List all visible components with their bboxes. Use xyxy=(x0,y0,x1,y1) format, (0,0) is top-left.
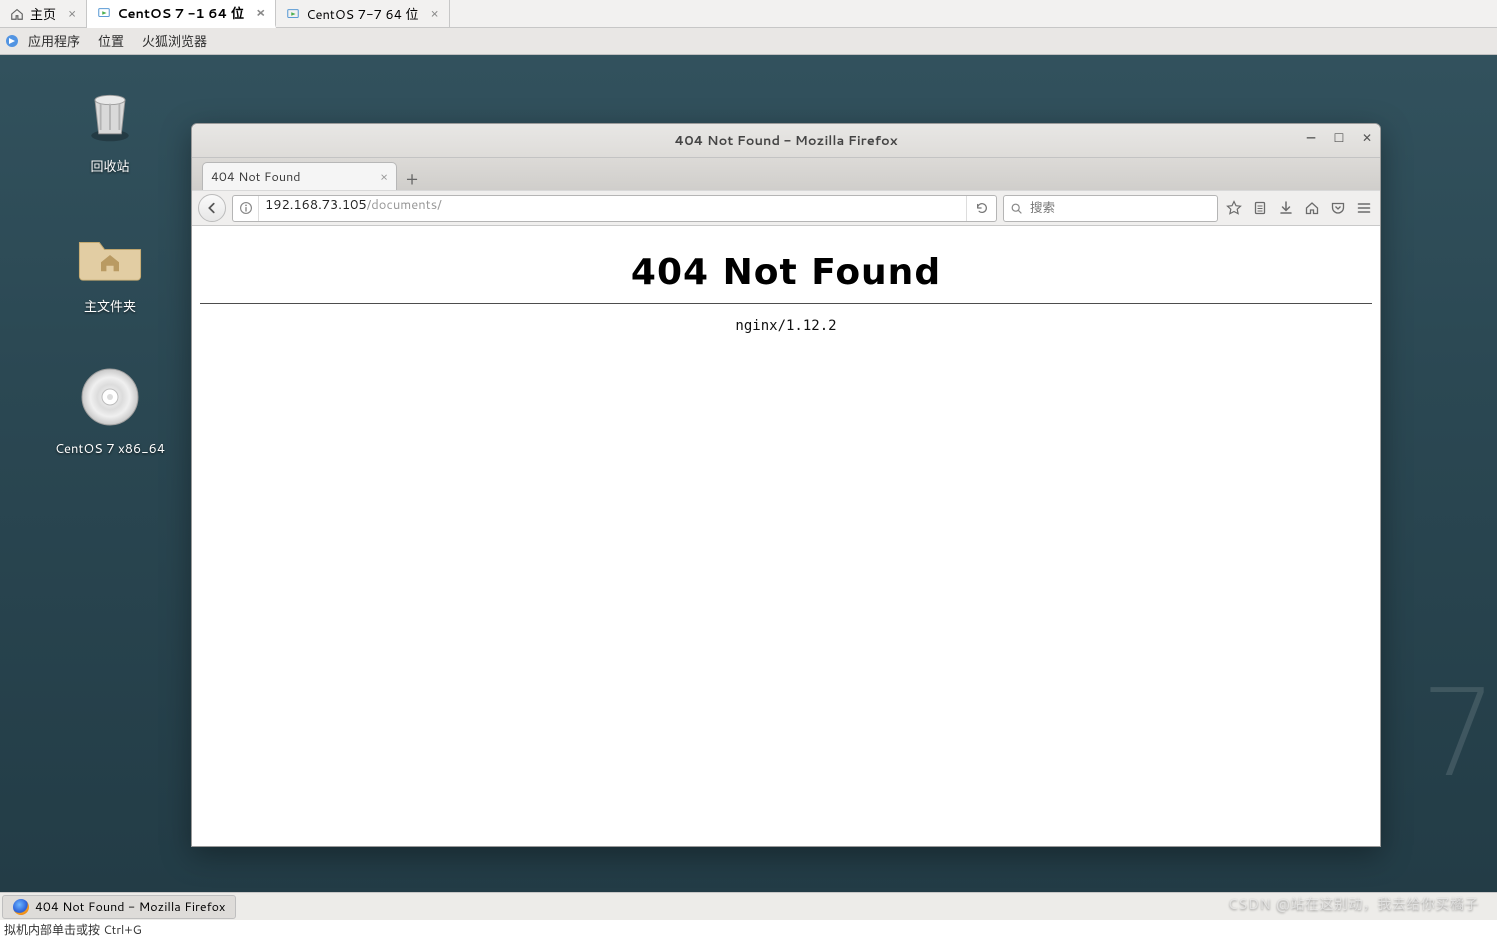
desktop-icon-cdrom[interactable]: CentOS 7 x86_64 xyxy=(45,365,175,458)
vm-icon xyxy=(286,7,300,21)
url-bar[interactable]: 192.168.73.105/documents/ xyxy=(232,195,997,222)
reload-button[interactable] xyxy=(966,196,996,221)
reload-icon xyxy=(975,201,989,215)
trash-icon xyxy=(80,85,140,145)
firefox-icon xyxy=(13,899,29,915)
tab-close-icon[interactable]: × xyxy=(380,168,388,186)
vm-icon xyxy=(97,6,111,20)
vm-tab-label: CentOS 7-7 64 位 xyxy=(306,4,418,24)
close-icon[interactable]: × xyxy=(431,5,439,23)
vm-tab-home[interactable]: 主页 × xyxy=(0,0,87,27)
menu-applications[interactable]: 应用程序 xyxy=(28,31,80,51)
hamburger-menu-button[interactable] xyxy=(1354,198,1374,218)
vm-tab-centos2[interactable]: CentOS 7-7 64 位 × xyxy=(276,0,450,27)
firefox-tabstrip: 404 Not Found × + xyxy=(192,158,1380,190)
pocket-button[interactable] xyxy=(1328,198,1348,218)
firefox-window: 404 Not Found - Mozilla Firefox — ☐ ✕ 40… xyxy=(191,123,1381,847)
search-icon xyxy=(1010,202,1023,215)
desktop-icon-label: 回收站 xyxy=(45,156,175,176)
close-icon[interactable]: × xyxy=(68,5,76,23)
home-icon xyxy=(10,7,24,21)
star-icon xyxy=(1226,200,1242,216)
library-button[interactable] xyxy=(1250,198,1270,218)
site-identity-icon[interactable] xyxy=(233,196,259,221)
taskbar-item-label: 404 Not Found - Mozilla Firefox xyxy=(35,898,225,916)
home-button[interactable] xyxy=(1302,198,1322,218)
search-input[interactable] xyxy=(1028,200,1211,216)
error-heading: 404 Not Found xyxy=(200,252,1372,293)
desktop-icon-trash[interactable]: 回收站 xyxy=(45,85,175,176)
page-content: 404 Not Found nginx/1.12.2 xyxy=(192,226,1380,846)
new-tab-button[interactable]: + xyxy=(399,166,425,190)
centos-bg-glyph: 7 xyxy=(1421,665,1497,804)
divider xyxy=(200,303,1372,304)
disc-icon xyxy=(78,365,142,429)
vm-status-hint: 拟机内部单击或按 Ctrl+G xyxy=(0,920,1497,938)
applications-icon xyxy=(4,33,20,49)
menu-places[interactable]: 位置 xyxy=(98,31,124,51)
url-input[interactable]: 192.168.73.105/documents/ xyxy=(259,196,966,221)
info-icon xyxy=(239,201,253,215)
firefox-titlebar[interactable]: 404 Not Found - Mozilla Firefox — ☐ ✕ xyxy=(192,124,1380,158)
vm-tab-label: 主页 xyxy=(30,4,56,24)
url-path-text: /documents/ xyxy=(367,196,442,214)
server-signature: nginx/1.12.2 xyxy=(200,318,1372,334)
vm-tab-centos1[interactable]: CentOS 7 -1 64 位 × xyxy=(87,0,276,28)
minimize-button[interactable]: — xyxy=(1304,130,1318,144)
pocket-icon xyxy=(1330,200,1346,216)
taskbar-item-firefox[interactable]: 404 Not Found - Mozilla Firefox xyxy=(2,895,236,919)
vm-tab-label: CentOS 7 -1 64 位 xyxy=(117,3,244,23)
browser-tab-0[interactable]: 404 Not Found × xyxy=(202,162,397,190)
csdn-watermark: CSDN @站在这别动，我去给你买橘子 xyxy=(1228,894,1479,914)
menu-icon xyxy=(1356,200,1372,216)
close-icon[interactable]: × xyxy=(256,4,265,22)
arrow-left-icon xyxy=(205,201,219,215)
clipboard-icon xyxy=(1252,200,1268,216)
firefox-toolbar: 192.168.73.105/documents/ xyxy=(192,190,1380,226)
downloads-button[interactable] xyxy=(1276,198,1296,218)
bookmark-star-button[interactable] xyxy=(1224,198,1244,218)
vm-host-tabbar: 主页 × CentOS 7 -1 64 位 × CentOS 7-7 64 位 … xyxy=(0,0,1497,28)
tab-label: 404 Not Found xyxy=(211,168,301,186)
download-icon xyxy=(1278,200,1294,216)
desktop-icon-label: CentOS 7 x86_64 xyxy=(45,440,175,458)
search-bar[interactable] xyxy=(1003,195,1218,222)
menu-firefox[interactable]: 火狐浏览器 xyxy=(142,31,207,51)
home-icon xyxy=(1304,200,1320,216)
desktop-icon-label: 主文件夹 xyxy=(45,296,175,316)
maximize-button[interactable]: ☐ xyxy=(1332,130,1346,144)
nav-back-button[interactable] xyxy=(198,194,226,222)
window-title: 404 Not Found - Mozilla Firefox xyxy=(675,132,898,150)
gnome-top-menubar: 应用程序 位置 火狐浏览器 xyxy=(0,28,1497,55)
folder-home-icon xyxy=(74,225,146,285)
url-host-text: 192.168.73.105 xyxy=(265,196,367,214)
close-button[interactable]: ✕ xyxy=(1360,130,1374,144)
gnome-desktop[interactable]: 7 回收站 主文件夹 CentOS 7 x86_64 xyxy=(0,55,1497,890)
window-controls: — ☐ ✕ xyxy=(1304,130,1374,144)
desktop-icon-home[interactable]: 主文件夹 xyxy=(45,225,175,316)
